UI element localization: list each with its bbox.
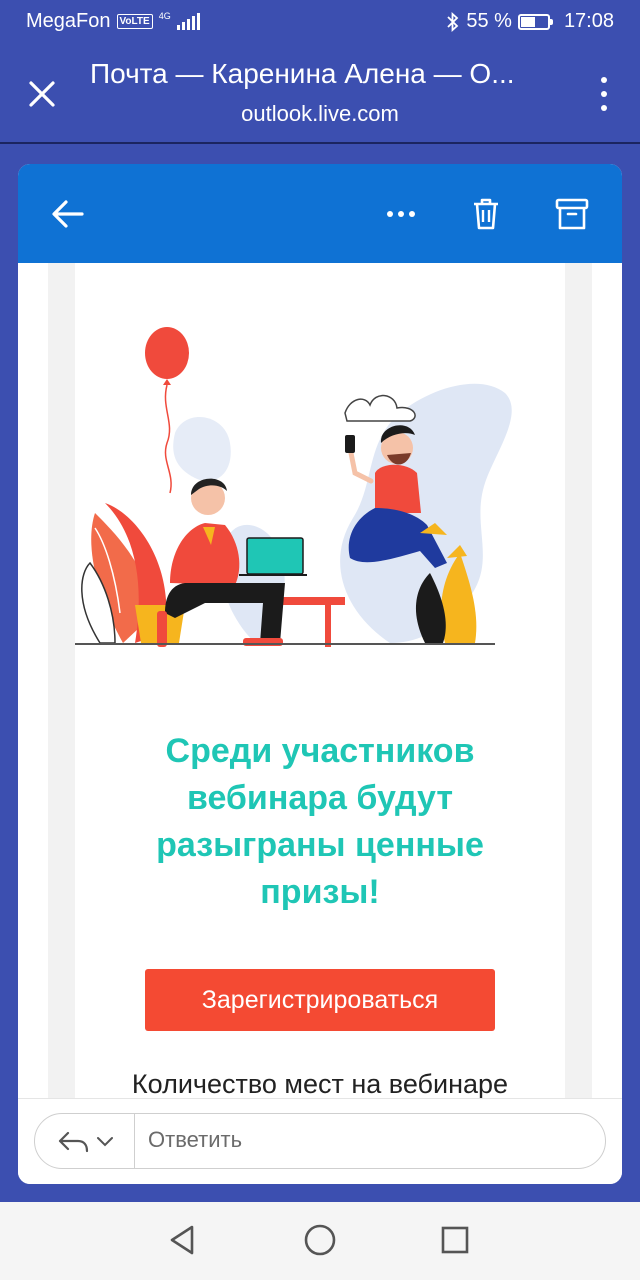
status-left: MegaFon VoLTE 4G [26, 10, 200, 33]
reply-input[interactable]: Ответить [148, 1127, 242, 1153]
system-nav-bar [0, 1202, 640, 1280]
headline-line: вебинара будут [187, 779, 453, 817]
page-url[interactable]: outlook.live.com [0, 101, 640, 127]
back-triangle-icon[interactable] [162, 1220, 202, 1260]
battery-percent: 55 % [466, 10, 512, 32]
reply-options[interactable] [35, 1114, 135, 1168]
recents-square-icon[interactable] [435, 1220, 475, 1260]
reply-icon[interactable] [56, 1127, 90, 1155]
headline-line: призы! [260, 873, 380, 911]
network-type: 4G [158, 10, 171, 21]
reply-box[interactable]: Ответить [34, 1113, 606, 1169]
home-circle-icon[interactable] [300, 1220, 340, 1260]
archive-icon[interactable] [550, 192, 594, 236]
headline-line: Среди участников [165, 732, 475, 770]
reply-bar: Ответить [18, 1098, 622, 1184]
status-right: 55 % 17:08 [446, 10, 614, 33]
mail-toolbar [18, 164, 622, 263]
signal-icon [176, 12, 200, 30]
browser-header: Почта — Каренина Алена — О... outlook.li… [0, 44, 640, 142]
chevron-down-icon[interactable] [96, 1135, 114, 1147]
webinar-illustration [75, 327, 512, 647]
headline-line: разыграны ценные [156, 826, 484, 864]
battery-icon [517, 13, 553, 30]
status-bar: MegaFon VoLTE 4G 55 % 17:08 [0, 0, 640, 44]
email-content: Среди участников вебинара будут разыгран… [75, 263, 565, 1098]
email-body: Среди участников вебинара будут разыгран… [48, 263, 592, 1098]
page-title: Почта — Каренина Алена — О... [90, 58, 515, 89]
volte-badge: VoLTE [116, 14, 153, 29]
back-arrow-icon[interactable] [46, 192, 90, 236]
mail-card: Среди участников вебинара будут разыгран… [18, 164, 622, 1184]
bluetooth-icon [447, 11, 459, 32]
header-divider [0, 142, 640, 144]
email-headline: Среди участников вебинара будут разыгран… [75, 728, 565, 916]
clock: 17:08 [563, 10, 614, 32]
more-vertical-icon[interactable] [598, 74, 610, 114]
seats-text: Количество мест на вебинаре [131, 1069, 509, 1098]
trash-icon[interactable] [464, 192, 508, 236]
register-button[interactable]: Зарегистрироваться [145, 969, 495, 1031]
more-horizontal-icon[interactable] [379, 192, 423, 236]
carrier-name: MegaFon [26, 10, 111, 32]
